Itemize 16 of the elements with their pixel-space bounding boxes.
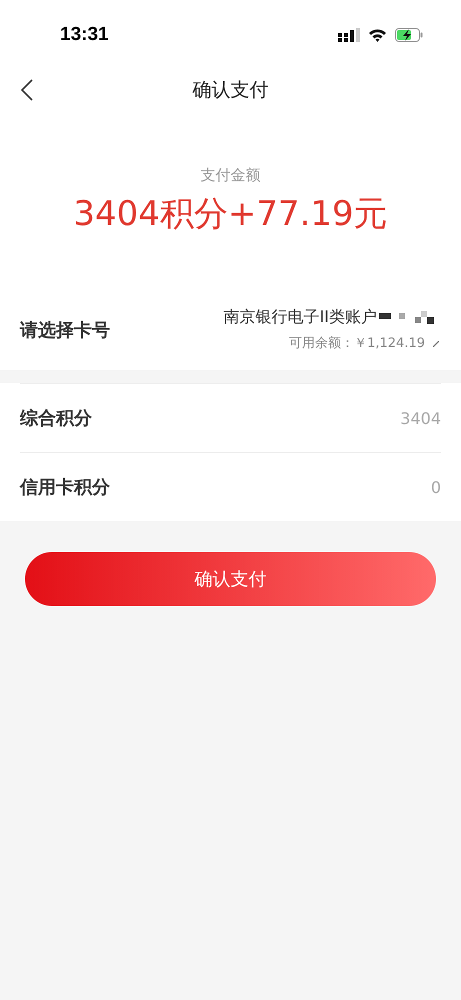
signal-icon: [338, 28, 360, 42]
points-label: 信用卡积分: [20, 476, 110, 499]
confirm-pay-button[interactable]: 确认支付: [25, 552, 436, 606]
card-select-label: 请选择卡号: [20, 318, 110, 342]
back-icon[interactable]: [20, 79, 34, 101]
points-value: 0: [430, 478, 441, 496]
page-title: 确认支付: [192, 78, 268, 103]
status-time: 13:31: [60, 24, 109, 46]
points-value: 3404: [400, 408, 441, 428]
available-balance: 可用余额：￥1,124.19: [289, 335, 425, 352]
wifi-icon: [368, 28, 387, 42]
points-label: 综合积分: [20, 407, 92, 430]
battery-charging-icon: [395, 28, 423, 42]
amount-label: 支付金额: [200, 166, 260, 185]
account-name[interactable]: 南京银行电子II类账户: [224, 307, 377, 328]
amount-value: 3404积分+77.19元: [73, 193, 388, 236]
